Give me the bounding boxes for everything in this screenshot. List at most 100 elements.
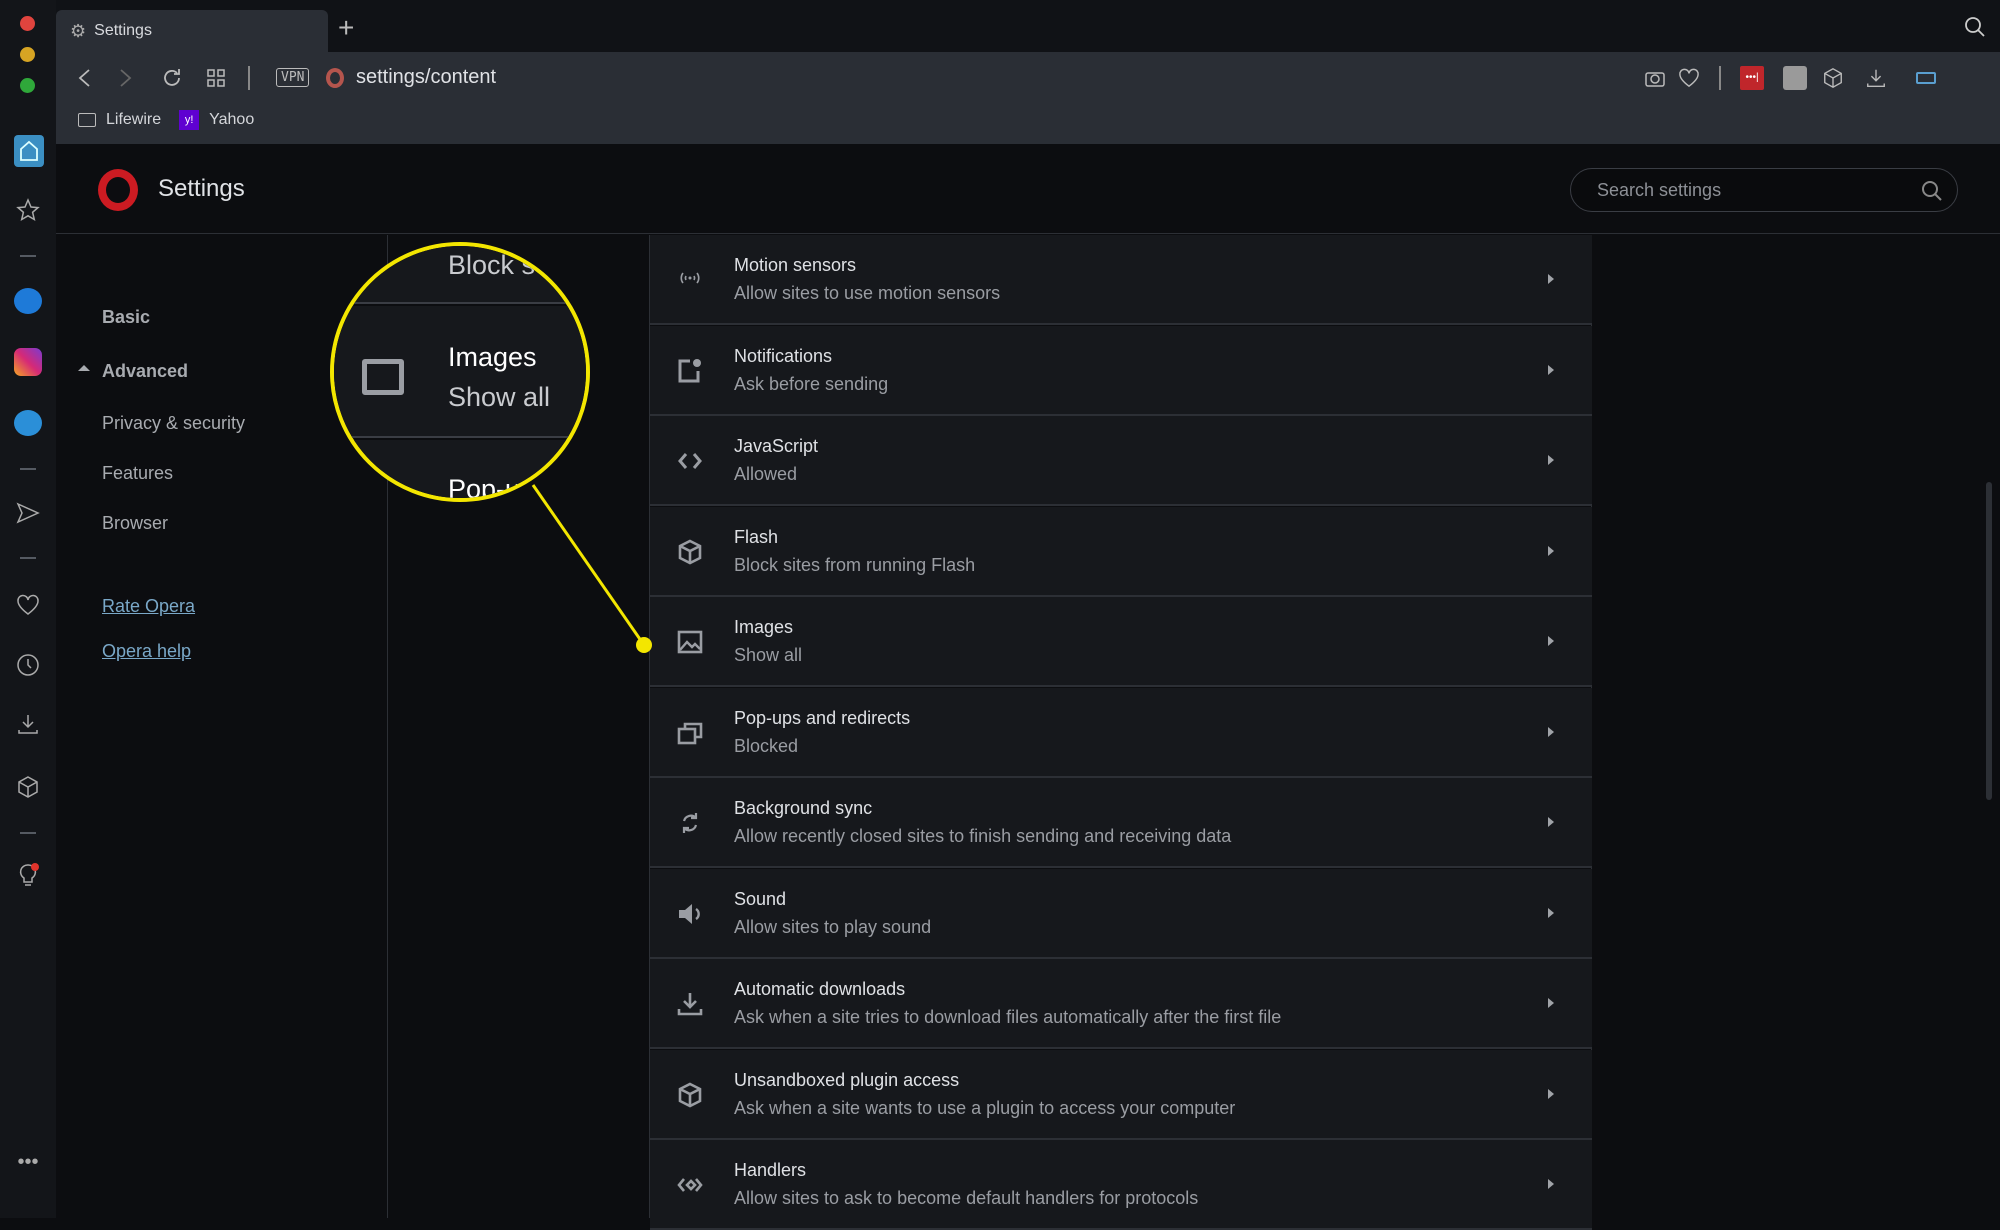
scrollbar[interactable] <box>1986 482 1992 800</box>
setting-row-pop-ups-and-redirects[interactable]: Pop-ups and redirects Blocked <box>650 687 1592 778</box>
setting-title: Flash <box>734 526 779 547</box>
tab-bar: ⚙ Settings + <box>56 0 2000 52</box>
folder-icon <box>78 113 96 127</box>
extension-icon[interactable] <box>1783 66 1807 90</box>
image-icon <box>677 630 703 654</box>
opera-logo-icon <box>98 169 138 211</box>
back-button[interactable] <box>70 64 98 92</box>
nav-basic[interactable]: Basic <box>102 307 150 328</box>
heart-icon[interactable] <box>14 591 42 619</box>
divider <box>20 832 36 834</box>
speaker-icon <box>679 903 700 924</box>
tab-settings[interactable]: ⚙ Settings <box>56 10 328 52</box>
star-icon[interactable] <box>14 196 42 224</box>
setting-title: JavaScript <box>734 436 819 456</box>
nav-browser[interactable]: Browser <box>102 513 168 534</box>
clock-icon[interactable] <box>14 651 42 679</box>
notification-icon <box>678 358 701 382</box>
setting-subtitle: Allow sites to use motion sensors <box>734 283 1001 303</box>
chevron-right-icon <box>1548 817 1554 827</box>
setting-row-flash[interactable]: Flash Block sites from running Flash <box>650 506 1592 597</box>
setting-subtitle: Ask before sending <box>734 373 889 394</box>
setting-row-notifications[interactable]: Notifications Ask before sending <box>650 325 1592 416</box>
home-icon[interactable] <box>14 135 44 167</box>
speed-dial-icon[interactable] <box>202 64 230 92</box>
reload-button[interactable] <box>158 64 186 92</box>
setting-title: Images <box>734 617 794 637</box>
magnified-row-above: Block s <box>448 250 536 280</box>
setting-row-automatic-downloads[interactable]: Automatic downloads Ask when a site tries… <box>650 959 1592 1049</box>
sync-icon <box>682 813 698 833</box>
chevron-right-icon <box>1548 636 1554 646</box>
setting-row-handlers[interactable]: Handlers Allow sites to ask to become def… <box>650 1140 1592 1230</box>
setting-subtitle: Ask when a site tries to download files … <box>734 1007 1282 1027</box>
chevron-right-icon <box>1548 545 1554 556</box>
divider <box>248 66 250 90</box>
image-icon <box>362 359 404 395</box>
chevron-right-icon <box>1548 274 1554 284</box>
cube-icon[interactable] <box>1819 64 1847 92</box>
twitter-icon[interactable] <box>14 409 42 437</box>
search-tabs-icon[interactable] <box>1964 16 1986 43</box>
setting-title: Unsandboxed plugin access <box>734 1069 960 1090</box>
messenger-icon[interactable] <box>14 287 42 315</box>
chevron-right-icon <box>1548 907 1554 918</box>
setting-row-background-sync[interactable]: Background sync Allow recently closed sit… <box>650 778 1592 868</box>
minimize-window-button[interactable] <box>20 47 35 62</box>
setting-subtitle: Blocked <box>734 735 799 756</box>
vpn-badge[interactable]: VPN <box>276 68 310 87</box>
collapse-arrow-icon[interactable] <box>78 365 90 371</box>
divider <box>1719 66 1721 90</box>
download-icon[interactable] <box>14 710 42 738</box>
send-icon[interactable] <box>14 499 42 527</box>
setting-subtitle: Allow sites to ask to become default han… <box>734 1188 1199 1208</box>
setting-subtitle: Allowed <box>734 464 798 484</box>
instagram-icon[interactable] <box>14 348 42 376</box>
heart-icon[interactable] <box>1675 64 1703 92</box>
nav-privacy-security[interactable]: Privacy & security <box>102 413 245 434</box>
setting-row-sound[interactable]: Sound Allow sites to play sound <box>650 868 1592 959</box>
setting-title: Motion sensors <box>734 255 857 275</box>
close-window-button[interactable] <box>20 16 35 31</box>
setting-row-javascript[interactable]: JavaScript Allowed <box>650 416 1592 506</box>
battery-saver-icon[interactable] <box>1916 72 1936 84</box>
new-tab-button[interactable]: + <box>338 12 354 44</box>
popup-icon <box>677 722 703 744</box>
chevron-right-icon <box>1548 726 1554 737</box>
chevron-right-icon <box>1548 998 1554 1008</box>
bookmarks-bar: Lifewire y! Yahoo <box>78 110 254 130</box>
nav-features[interactable]: Features <box>102 463 173 484</box>
cube-icon[interactable] <box>14 773 42 801</box>
setting-row-images[interactable]: Images Show all <box>650 597 1592 687</box>
bookmark-yahoo[interactable]: Yahoo <box>209 111 254 129</box>
setting-title: Automatic downloads <box>734 979 906 999</box>
more-icon[interactable]: ••• <box>14 1148 42 1176</box>
lightbulb-icon[interactable] <box>14 862 42 890</box>
setting-row-motion-sensors[interactable]: Motion sensors Allow sites to use motion … <box>650 235 1592 325</box>
nav-advanced[interactable]: Advanced <box>102 361 188 382</box>
chevron-right-icon <box>1548 1088 1554 1099</box>
chevron-right-icon <box>1548 455 1554 465</box>
camera-icon[interactable] <box>1641 64 1669 92</box>
content-settings-list: Motion sensors Allow sites to use motion … <box>649 235 1592 1230</box>
forward-button[interactable] <box>112 64 140 92</box>
address-bar[interactable]: settings/content <box>356 66 496 89</box>
setting-title: Handlers <box>734 1160 807 1180</box>
motion-sensor-icon <box>680 272 700 284</box>
magnified-title: Images <box>448 342 537 372</box>
chevron-right-icon <box>1548 364 1554 375</box>
opera-help-link[interactable]: Opera help <box>102 641 191 662</box>
tab-title: Settings <box>94 22 152 39</box>
page-title: Settings <box>158 175 245 202</box>
rate-opera-link[interactable]: Rate Opera <box>102 596 195 617</box>
lastpass-extension-icon[interactable]: •••| <box>1740 66 1764 90</box>
setting-row-unsandboxed-plugin-access[interactable]: Unsandboxed plugin access Ask when a site… <box>650 1049 1592 1140</box>
setting-subtitle: Show all <box>734 645 803 665</box>
download-icon[interactable] <box>1862 64 1890 92</box>
divider <box>20 255 36 257</box>
opera-logo-icon <box>326 68 344 88</box>
zoom-window-button[interactable] <box>20 78 35 93</box>
search-settings-input[interactable]: Search settings <box>1570 168 1958 212</box>
bookmark-lifewire[interactable]: Lifewire <box>106 111 161 129</box>
divider <box>20 557 36 559</box>
